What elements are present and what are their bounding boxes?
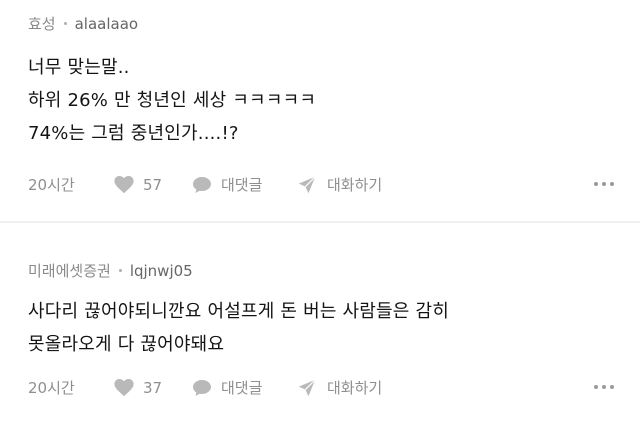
- heart-icon: [114, 175, 134, 193]
- comment-body-line: 못올라오게 다 끊어야돼요: [28, 334, 225, 355]
- comment-body: 너무 맞는말.. 하위 26% 만 청년인 세상 ㅋㅋㅋㅋㅋ 74%는 그럼 중…: [28, 51, 316, 150]
- comment-meta: 효성 alaalaao: [28, 13, 138, 34]
- meta-separator-dot: [118, 269, 122, 272]
- chat-label: 대화하기: [327, 176, 383, 194]
- paper-plane-icon: [298, 175, 316, 193]
- more-dots-icon: [594, 182, 598, 186]
- comment-meta: 미래에셋증권 lqjnwj05: [28, 260, 193, 281]
- more-dots-icon: [602, 182, 606, 186]
- more-dots-icon: [602, 385, 606, 389]
- speech-bubble-icon: [193, 379, 211, 396]
- more-dots-icon: [594, 385, 598, 389]
- like-button[interactable]: 57: [114, 175, 192, 194]
- heart-icon: [114, 378, 134, 396]
- more-dots-icon: [610, 385, 614, 389]
- more-options-button[interactable]: [594, 178, 614, 190]
- reply-label: 대댓글: [221, 379, 263, 397]
- like-count: 37: [143, 378, 163, 397]
- comment-author[interactable]: 미래에셋증권: [28, 260, 111, 281]
- comment-username[interactable]: alaalaao: [75, 15, 138, 33]
- comment-body-line: 사다리 끊어야되니깐요 어설프게 돈 버는 사람들은 감히: [28, 301, 450, 322]
- comment-actions: 20시간 57 대댓글 대화하기: [28, 174, 614, 195]
- comment-time: 20시간: [28, 379, 75, 397]
- like-button[interactable]: 37: [114, 378, 192, 397]
- meta-separator-dot: [63, 22, 67, 25]
- like-count: 57: [143, 175, 163, 194]
- comment-body-line: 너무 맞는말..: [28, 57, 130, 78]
- more-options-button[interactable]: [594, 381, 614, 393]
- reply-button[interactable]: 대댓글: [192, 174, 298, 195]
- comment-author[interactable]: 효성: [28, 13, 56, 34]
- speech-bubble-icon: [193, 176, 211, 193]
- reply-label: 대댓글: [221, 176, 263, 194]
- comment-username[interactable]: lqjnwj05: [130, 262, 193, 280]
- comment-divider: [0, 221, 640, 223]
- comment-item: 효성 alaalaao 너무 맞는말.. 하위 26% 만 청년인 세상 ㅋㅋㅋ…: [0, 0, 640, 222]
- comment-time: 20시간: [28, 176, 75, 194]
- paper-plane-icon: [298, 378, 316, 396]
- comment-body-line: 74%는 그럼 중년인가....!?: [28, 123, 239, 144]
- comment-actions: 20시간 37 대댓글 대화하기: [28, 377, 614, 398]
- chat-button[interactable]: 대화하기: [298, 174, 382, 195]
- comment-item: 미래에셋증권 lqjnwj05 사다리 끊어야되니깐요 어설프게 돈 버는 사람…: [0, 224, 640, 424]
- chat-button[interactable]: 대화하기: [298, 377, 382, 398]
- comment-body: 사다리 끊어야되니깐요 어설프게 돈 버는 사람들은 감히 못올라오게 다 끊어…: [28, 295, 449, 361]
- reply-button[interactable]: 대댓글: [192, 377, 298, 398]
- more-dots-icon: [610, 182, 614, 186]
- comment-body-line: 하위 26% 만 청년인 세상 ㅋㅋㅋㅋㅋ: [28, 90, 317, 111]
- chat-label: 대화하기: [327, 379, 383, 397]
